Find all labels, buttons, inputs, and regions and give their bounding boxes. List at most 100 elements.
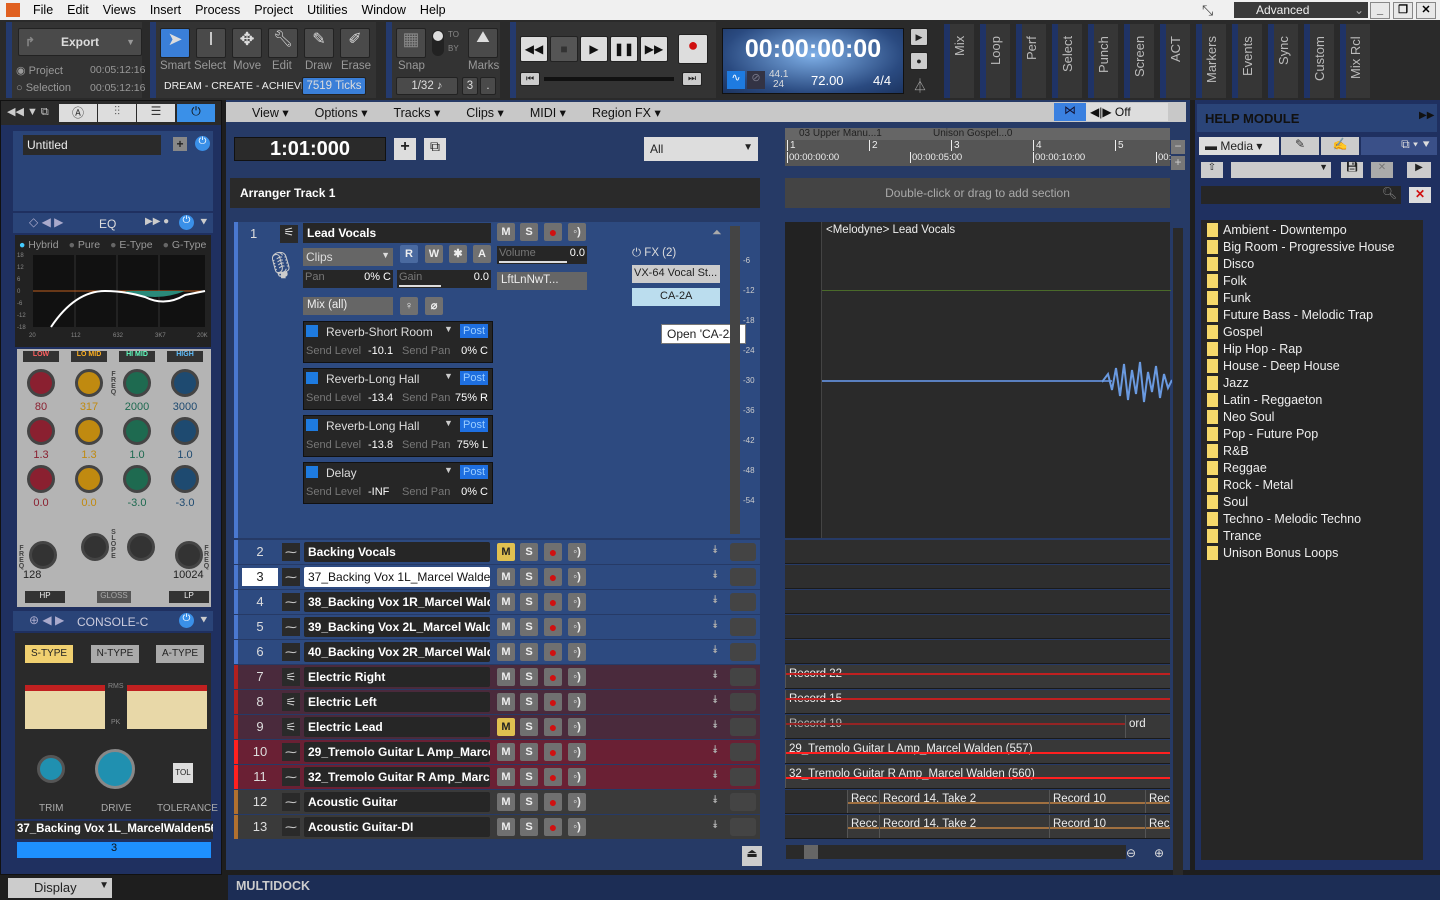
record-arm-button[interactable]: ● <box>544 593 562 611</box>
input-echo-button[interactable]: ◦) <box>568 668 586 686</box>
folder-item[interactable]: Pop - Future Pop <box>1207 425 1417 442</box>
band-q-knob[interactable] <box>123 417 151 445</box>
module-act[interactable]: ACT <box>1160 24 1190 98</box>
track-lane[interactable]: 29_Tremolo Guitar L Amp_Marcel Walden (5… <box>785 740 1170 764</box>
send-level-value[interactable]: -13.4 <box>368 392 393 404</box>
tv-menu-view[interactable]: View ▾ <box>226 105 289 120</box>
track-meter-toggle[interactable] <box>730 743 756 761</box>
folder-item[interactable]: Trance <box>1207 527 1417 544</box>
send-post-button[interactable]: Post <box>459 324 488 338</box>
module-custom[interactable]: Custom <box>1304 24 1334 98</box>
track-name[interactable]: Electric Lead <box>304 717 490 737</box>
input-echo-button[interactable]: ◦) <box>568 693 586 711</box>
preset-name[interactable]: Untitled <box>23 135 161 155</box>
record-arm-button[interactable]: ● <box>544 718 562 736</box>
rewind-button[interactable]: ◀◀ <box>520 36 548 62</box>
folder-item[interactable]: Funk <box>1207 289 1417 306</box>
expand-icon[interactable]: ⯯ <box>712 744 719 757</box>
input-echo-button[interactable]: ◦) <box>568 768 586 786</box>
module-select[interactable]: Select <box>1052 24 1082 98</box>
clip[interactable]: 32_Tremolo Guitar R Amp_Marcel Walden (5… <box>785 765 1170 788</box>
browser-options-icon[interactable]: ⧉ ▾ ⯆ <box>1361 137 1437 155</box>
fast-forward-button[interactable]: ▶▶ <box>640 36 668 62</box>
snap-value-select[interactable]: 1/32 ♪ <box>396 77 458 95</box>
folder-item[interactable]: Gospel <box>1207 323 1417 340</box>
mute-button[interactable]: M <box>497 618 515 636</box>
solo-button[interactable]: S <box>520 743 538 761</box>
folder-item[interactable]: Folk <box>1207 272 1417 289</box>
browser-search-input[interactable]: 🔍︎ <box>1201 186 1401 204</box>
clear-search-button[interactable]: ✕ <box>1409 187 1431 203</box>
track-meter-toggle[interactable] <box>730 543 756 561</box>
expand-icon[interactable]: ⯯ <box>712 794 719 807</box>
module-sync[interactable]: Sync <box>1268 24 1298 98</box>
record-arm-button[interactable]: ● <box>544 768 562 786</box>
track-row[interactable]: 2 ⁓ Backing Vocals M S ● ◦) ⯯ <box>234 540 760 564</box>
band-label-low[interactable]: LOW <box>23 351 59 362</box>
track-name[interactable]: Lead Vocals <box>303 223 491 243</box>
expand-icon[interactable]: ⯯ <box>712 694 719 707</box>
track-meter-toggle[interactable] <box>730 793 756 811</box>
edit-tool-button[interactable]: 🔧︎ <box>268 28 298 58</box>
lp-slope-knob[interactable] <box>127 533 155 561</box>
track-name[interactable]: 37_Backing Vox 1L_Marcel Walden <box>304 567 490 587</box>
send-post-button[interactable]: Post <box>459 418 488 432</box>
s-type-button[interactable]: S-TYPE <box>25 645 73 663</box>
track-name[interactable]: Acoustic Guitar-DI <box>304 817 490 837</box>
folder-item[interactable]: Hip Hop - Rap <box>1207 340 1417 357</box>
metronome-icon[interactable]: ⏃ <box>913 76 927 96</box>
stop-button[interactable]: ■ <box>550 36 578 62</box>
track-row[interactable]: 3 ⁓ 37_Backing Vox 1L_Marcel Walden M S ● ◦) ⯯ <box>234 565 760 589</box>
go-to-end-button[interactable]: ⏭ <box>682 72 702 86</box>
gloss-button[interactable]: GLOSS <box>97 591 131 603</box>
band-freq-knob[interactable] <box>75 369 103 397</box>
clip[interactable]: Record 10 <box>1049 790 1145 813</box>
module-perf[interactable]: Perf <box>1016 24 1046 98</box>
snap-triplet[interactable]: 3 <box>462 77 478 95</box>
add-track-button[interactable]: + <box>394 138 416 160</box>
solo-button[interactable]: S <box>520 793 538 811</box>
input-echo-button[interactable]: ◦) <box>568 818 586 836</box>
track-meter-toggle[interactable] <box>730 768 756 786</box>
track-row[interactable]: 9 ⚟ Electric Lead M S ● ◦) ⯯ <box>234 715 760 739</box>
tempo[interactable]: 72.00 <box>811 73 844 88</box>
mute-button[interactable]: M <box>497 743 515 761</box>
smart-tool-button[interactable]: ➤ <box>160 28 190 58</box>
solo-button[interactable]: S <box>520 543 538 561</box>
track-name[interactable]: 32_Tremolo Guitar R Amp_Marcel Walden <box>304 767 490 787</box>
track-lane[interactable]: 32_Tremolo Guitar R Amp_Marcel Walden (5… <box>785 765 1170 789</box>
help-module-header[interactable]: HELP MODULE <box>1197 104 1437 132</box>
solo-button[interactable]: S <box>520 768 538 786</box>
solo-button[interactable]: S <box>520 818 538 836</box>
arranger-track-header[interactable]: Arranger Track 1 <box>230 178 760 208</box>
folder-item[interactable]: Techno - Melodic Techno <box>1207 510 1417 527</box>
input-echo-button[interactable]: ◦) <box>568 718 586 736</box>
clip[interactable]: Rec <box>1145 790 1170 813</box>
send-pan-value[interactable]: 0% C <box>461 486 488 498</box>
mute-button[interactable]: M <box>497 668 515 686</box>
eq-mode-pure[interactable]: ● Pure <box>69 239 100 251</box>
expand-icon[interactable]: ⯯ <box>712 644 719 657</box>
midi-off-icon[interactable]: ⊘ <box>747 71 765 89</box>
track-name[interactable]: 40_Backing Vox 2R_Marcel Walden <box>304 642 490 662</box>
zoom-out-icon[interactable]: ⊖ <box>1126 846 1136 860</box>
up-folder-button[interactable]: ⇧ <box>1201 162 1223 178</box>
marks-button[interactable]: ⛰︎ <box>468 28 498 58</box>
track-meter-toggle[interactable] <box>730 718 756 736</box>
record-arm-button[interactable]: ● <box>544 793 562 811</box>
collapse-icon[interactable]: ⏶ <box>712 225 722 240</box>
menu-utilities[interactable]: Utilities <box>300 3 354 17</box>
ticks-field[interactable]: 7519 Ticks <box>302 77 366 95</box>
polarity-button[interactable]: ⌀ <box>425 297 443 315</box>
send-name[interactable]: Reverb-Short Room <box>326 325 433 339</box>
save-button[interactable]: 💾︎ <box>1341 162 1363 178</box>
send-enable-icon[interactable] <box>306 325 318 337</box>
output-select[interactable]: Mix (all) <box>303 297 393 315</box>
section-marker[interactable]: 03 Upper Manu...1 <box>799 128 882 139</box>
module-mix[interactable]: Mix <box>944 24 974 98</box>
hp-button[interactable]: HP <box>25 591 65 603</box>
horizontal-scrollbar[interactable] <box>786 845 1126 859</box>
send-4[interactable]: Delay ▼ Post Send Level -INF Send Pan 0% C <box>303 462 493 504</box>
menu-views[interactable]: Views <box>96 3 143 17</box>
solo-button[interactable]: S <box>520 718 538 736</box>
